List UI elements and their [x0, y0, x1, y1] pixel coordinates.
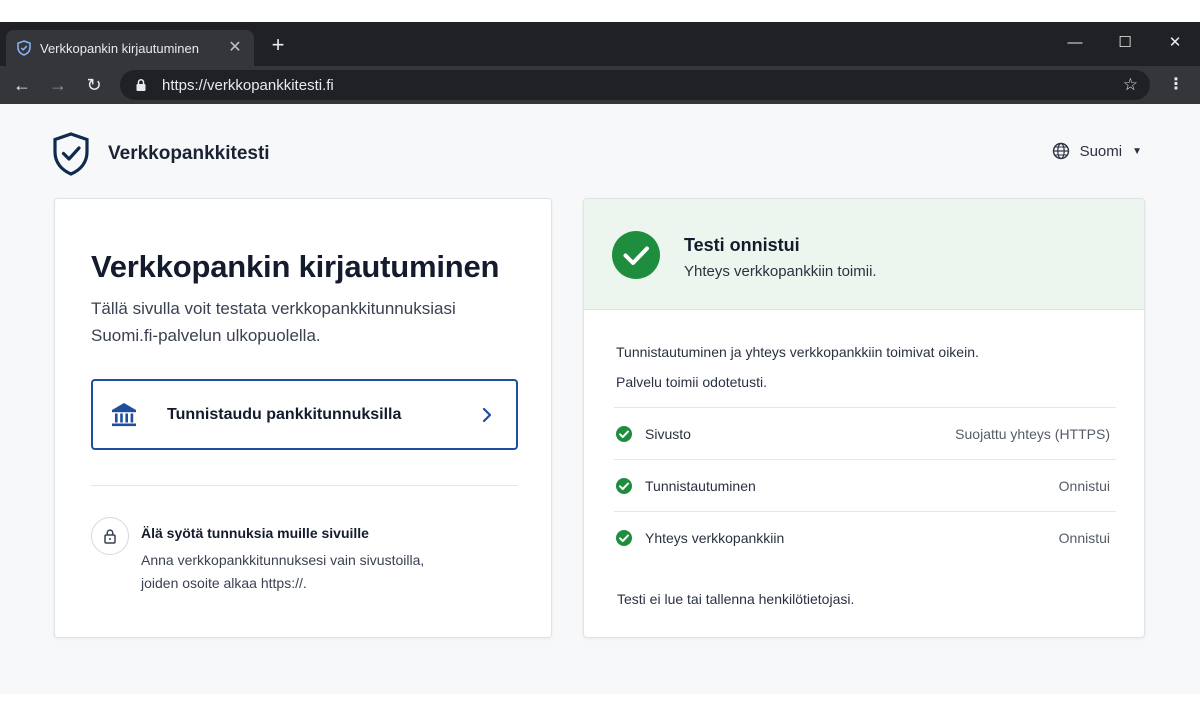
brand-name[interactable]: Verkkopankkitesti [108, 143, 270, 165]
check-circle-icon [615, 477, 633, 495]
tab-close-icon[interactable]: ✕ [226, 39, 244, 57]
padlock-icon [91, 517, 129, 555]
result-paragraph-1: Tunnistautuminen ja yhteys verkkopankkii… [616, 344, 979, 360]
bank-login-label: Tunnistaudu pankkitunnuksilla [167, 405, 402, 423]
check-value: Onnistui [1058, 477, 1110, 494]
top-margin [0, 0, 1200, 22]
bank-login-button[interactable]: Tunnistaudu pankkitunnuksilla [91, 379, 518, 450]
check-row: Yhteys verkkopankkiin Onnistui [614, 511, 1116, 563]
page-title: Verkkopankin kirjautuminen [91, 249, 500, 284]
check-circle-icon [615, 529, 633, 547]
privacy-footnote: Testi ei lue tai tallenna henkilötietoja… [617, 591, 855, 607]
globe-icon [1052, 142, 1070, 160]
window-controls: — ☐ ✕ [1050, 22, 1200, 62]
success-banner: Testi onnistui Yhteys verkkopankkiin toi… [584, 199, 1144, 310]
success-check-icon [612, 231, 660, 279]
status-title: Testi onnistui [684, 235, 800, 255]
notice-title: Älä syötä tunnuksia muille sivuille [141, 525, 369, 541]
shield-logo-icon [52, 132, 90, 176]
check-row: Tunnistautuminen Onnistui [614, 459, 1116, 511]
chevron-right-icon [480, 406, 494, 424]
page-content: Verkkopankkitesti Suomi ▼ Verkkopankin k… [0, 104, 1200, 694]
browser-chrome: Verkkopankin kirjautuminen ✕ + — ☐ ✕ ← →… [0, 22, 1200, 104]
check-list: Sivusto Suojattu yhteys (HTTPS) Tunnista… [614, 407, 1116, 563]
result-paragraph-2: Palvelu toimii odotetusti. [616, 374, 767, 390]
notice-text: Anna verkkopankkitunnuksesi vain sivusto… [141, 552, 425, 591]
check-name: Yhteys verkkopankkiin [645, 529, 785, 546]
check-name: Tunnistautuminen [645, 477, 756, 494]
check-name: Sivusto [645, 425, 691, 442]
login-card: Verkkopankin kirjautuminen Tällä sivulla… [54, 198, 552, 638]
check-value: Suojattu yhteys (HTTPS) [955, 425, 1110, 442]
bookmark-star-icon[interactable]: ☆ [1123, 75, 1138, 95]
bank-icon [109, 400, 139, 430]
shield-favicon-icon [16, 40, 32, 56]
lead-text: Tällä sivulla voit testata verkkopankkit… [91, 299, 456, 345]
reload-icon[interactable]: ↻ [76, 69, 112, 101]
language-selector[interactable]: Suomi ▼ [1052, 142, 1142, 160]
lock-icon[interactable] [134, 78, 148, 92]
address-bar[interactable]: https://verkkopankkitesti.fi ☆ [120, 70, 1150, 100]
tab-strip: Verkkopankin kirjautuminen ✕ + — ☐ ✕ [0, 22, 1200, 66]
new-tab-button[interactable]: + [266, 34, 290, 56]
security-notice: Älä syötä tunnuksia muille sivuille Anna… [91, 517, 441, 595]
language-label: Suomi [1079, 142, 1123, 160]
browser-toolbar: ← → ↻ https://verkkopankkitesti.fi ☆ ⋮ [0, 66, 1200, 104]
site-header: Verkkopankkitesti [52, 132, 270, 176]
divider [91, 485, 518, 486]
browser-menu-icon[interactable]: ⋮ [1168, 75, 1184, 95]
check-row: Sivusto Suojattu yhteys (HTTPS) [614, 407, 1116, 459]
status-subtitle: Yhteys verkkopankkiin toimii. [684, 263, 877, 280]
maximize-icon[interactable]: ☐ [1100, 22, 1150, 62]
check-value: Onnistui [1058, 529, 1110, 546]
forward-icon[interactable]: → [40, 69, 76, 101]
result-card: Testi onnistui Yhteys verkkopankkiin toi… [583, 198, 1145, 638]
caret-down-icon: ▼ [1132, 145, 1142, 157]
url-text[interactable]: https://verkkopankkitesti.fi [162, 77, 1123, 94]
browser-tab[interactable]: Verkkopankin kirjautuminen ✕ [6, 30, 254, 66]
check-circle-icon [615, 425, 633, 443]
back-icon[interactable]: ← [4, 69, 40, 101]
window-close-icon[interactable]: ✕ [1150, 22, 1200, 62]
bottom-margin [0, 694, 1200, 720]
minimize-icon[interactable]: — [1050, 22, 1100, 62]
tab-title: Verkkopankin kirjautuminen [40, 40, 199, 56]
